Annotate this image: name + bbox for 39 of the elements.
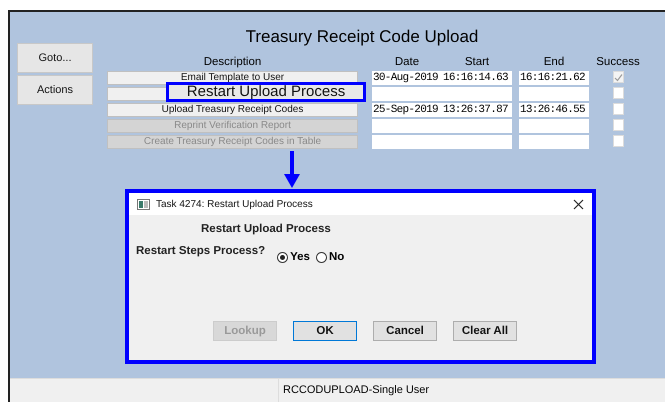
date-field[interactable] — [372, 87, 442, 101]
end-field[interactable] — [519, 87, 589, 101]
column-header: Start — [464, 55, 490, 69]
step-button[interactable]: Upload Treasury Receipt Codes — [107, 103, 358, 117]
close-icon[interactable] — [573, 198, 584, 210]
dialog-button[interactable]: OK — [293, 321, 357, 341]
end-field[interactable] — [519, 135, 589, 149]
column-header: End — [542, 55, 566, 69]
column-header: Success — [596, 55, 640, 69]
start-field[interactable]: 13:26:37.87 — [442, 103, 512, 117]
success-checkbox[interactable] — [612, 71, 624, 83]
date-field[interactable]: 25-Sep-2019 — [372, 103, 442, 117]
callout-tooltip: Restart Upload Process — [166, 82, 366, 102]
dialog-heading: Restart Upload Process — [201, 223, 332, 235]
window-title: Treasury Receipt Code Upload — [244, 26, 480, 48]
start-field[interactable] — [442, 135, 512, 149]
app-icon — [137, 198, 150, 210]
success-checkbox[interactable] — [612, 103, 624, 115]
success-checkbox[interactable] — [612, 87, 624, 99]
column-header: Description — [202, 55, 262, 69]
question-label: Restart Steps Process? — [136, 245, 266, 259]
column-header: Date — [394, 55, 420, 69]
dialog-title: Task 4274: Restart Upload Process — [156, 198, 314, 210]
end-field[interactable]: 16:16:21.62 — [519, 71, 589, 85]
end-field[interactable] — [519, 119, 589, 133]
date-field[interactable] — [372, 135, 442, 149]
start-field[interactable] — [442, 119, 512, 133]
date-field[interactable] — [372, 119, 442, 133]
dialog-button[interactable]: Clear All — [453, 321, 517, 341]
radio-option[interactable]: No — [316, 251, 344, 263]
dialog-button[interactable]: Cancel — [373, 321, 437, 341]
radio-option[interactable]: Yes — [277, 251, 310, 263]
start-field[interactable]: 16:16:14.63 — [442, 71, 512, 85]
date-field[interactable]: 30-Aug-2019 — [372, 71, 442, 85]
nav-button[interactable]: Goto... — [17, 43, 93, 73]
start-field[interactable] — [442, 87, 512, 101]
nav-button[interactable]: Actions — [17, 75, 93, 105]
end-field[interactable]: 13:26:46.55 — [519, 103, 589, 117]
status-text: RCCODUPLOAD-Single User — [282, 383, 430, 398]
